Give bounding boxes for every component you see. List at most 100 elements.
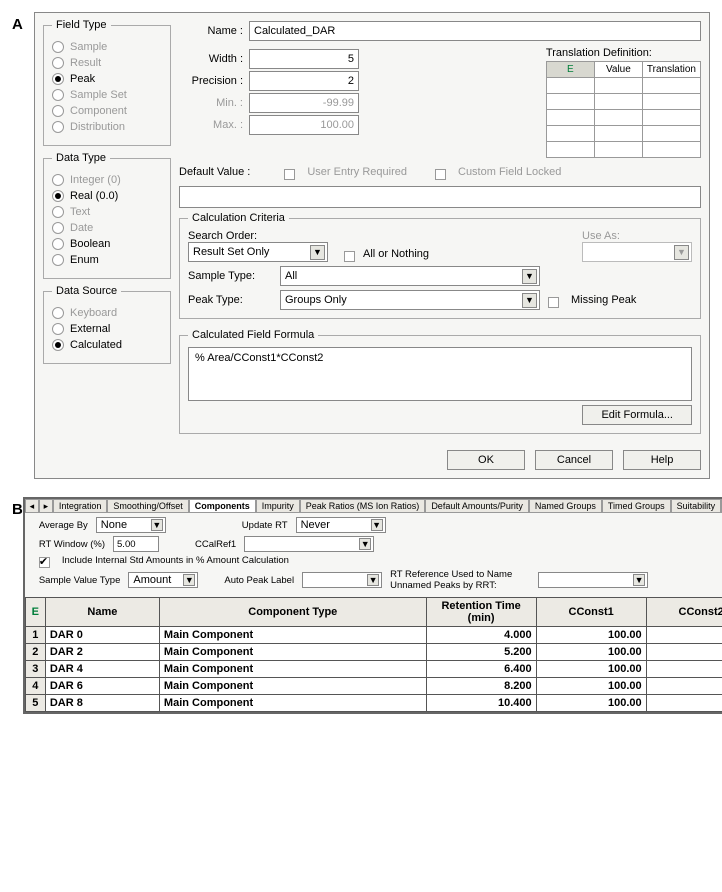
cell-cconst1[interactable]: 100.00 [536,627,646,644]
update-rt-select[interactable]: Never ▼ [296,517,386,533]
cell-name[interactable]: DAR 6 [45,678,159,695]
tab-integration[interactable]: Integration [53,499,108,512]
auto-peak-label-label: Auto Peak Label [224,575,294,586]
cell-type[interactable]: Main Component [159,644,426,661]
radio-peak[interactable] [52,73,64,85]
dropdown-arrow-icon: ▼ [674,245,689,260]
cell-cconst2[interactable]: 8.00 [646,695,722,712]
radio-integer-label: Integer (0) [70,174,121,186]
tab-bar: ◂ ▸ Integration Smoothing/Offset Compone… [25,499,722,513]
data-source-legend: Data Source [52,285,121,297]
average-by-select[interactable]: None ▼ [96,517,166,533]
tab-scroll-right[interactable]: ▸ [39,499,53,512]
components-table: E Name Component Type Retention Time (mi… [25,597,722,712]
cell-name[interactable]: DAR 8 [45,695,159,712]
dropdown-arrow-icon: ▼ [310,245,325,260]
cell-cconst1[interactable]: 100.00 [536,661,646,678]
cell-type[interactable]: Main Component [159,627,426,644]
cell-type[interactable]: Main Component [159,661,426,678]
dropdown-arrow-icon: ▼ [371,519,383,531]
radio-enum[interactable] [52,254,64,266]
tab-smoothing-offset[interactable]: Smoothing/Offset [107,499,188,512]
sample-type-select[interactable]: All ▼ [280,266,540,286]
cell-name[interactable]: DAR 0 [45,627,159,644]
cell-cconst1[interactable]: 100.00 [536,695,646,712]
cell-name[interactable]: DAR 2 [45,644,159,661]
use-as-select: ▼ [582,242,692,262]
cell-type[interactable]: Main Component [159,695,426,712]
radio-boolean[interactable] [52,238,64,250]
col-cconst2[interactable]: CConst2 [646,598,722,627]
formula-textarea[interactable]: % Area/CConst1*CConst2 [188,347,692,401]
rt-reference-select[interactable]: ▼ [538,572,648,588]
table-row[interactable]: 1 DAR 0 Main Component 4.000 100.00 0.00 [25,627,722,644]
col-name[interactable]: Name [45,598,159,627]
cell-rt[interactable]: 8.200 [426,678,536,695]
missing-peak-checkbox[interactable] [548,297,559,308]
cell-cconst2[interactable]: 0.00 [646,627,722,644]
cell-cconst1[interactable]: 100.00 [536,678,646,695]
name-label: Name : [179,25,243,37]
peak-type-select[interactable]: Groups Only ▼ [280,290,540,310]
radio-calculated[interactable] [52,339,64,351]
radio-distribution-label: Distribution [70,121,125,133]
translation-col-value: Value [594,62,642,78]
name-input[interactable] [249,21,701,41]
radio-integer [52,174,64,186]
cell-cconst2[interactable]: 6.00 [646,678,722,695]
precision-label: Precision : [179,75,243,87]
tab-peak-ratios[interactable]: Peak Ratios (MS Ion Ratios) [300,499,426,512]
search-order-select[interactable]: Result Set Only ▼ [188,242,328,262]
table-row[interactable]: 3 DAR 4 Main Component 6.400 100.00 4.00 [25,661,722,678]
col-retention-time[interactable]: Retention Time (min) [426,598,536,627]
auto-peak-label-select[interactable]: ▼ [302,572,382,588]
radio-external-label: External [70,323,110,335]
cancel-button[interactable]: Cancel [535,450,613,470]
sample-value-type-select[interactable]: Amount ▼ [128,572,198,588]
cell-cconst1[interactable]: 100.00 [536,644,646,661]
radio-external[interactable] [52,323,64,335]
edit-formula-button[interactable]: Edit Formula... [582,405,692,425]
cell-type[interactable]: Main Component [159,678,426,695]
update-rt-value: Never [301,519,330,531]
cell-rt[interactable]: 5.200 [426,644,536,661]
precision-input[interactable] [249,71,359,91]
tab-suitability[interactable]: Suitability [671,499,722,512]
tab-components[interactable]: Components [189,499,256,512]
rt-window-input[interactable] [113,536,159,552]
all-or-nothing-checkbox[interactable] [344,251,355,262]
cell-rt[interactable]: 6.400 [426,661,536,678]
cell-cconst2[interactable]: 4.00 [646,661,722,678]
cell-name[interactable]: DAR 4 [45,661,159,678]
ccalref1-select[interactable]: ▼ [244,536,374,552]
help-button[interactable]: Help [623,450,701,470]
include-internal-checkbox[interactable] [39,557,50,568]
tab-impurity[interactable]: Impurity [256,499,300,512]
tab-default-amounts[interactable]: Default Amounts/Purity [425,499,529,512]
ok-button[interactable]: OK [447,450,525,470]
table-row[interactable]: 5 DAR 8 Main Component 10.400 100.00 8.0… [25,695,722,712]
field-type-legend: Field Type [52,19,111,31]
width-input[interactable] [249,49,359,69]
radio-peak-label: Peak [70,73,95,85]
tab-scroll-left[interactable]: ◂ [25,499,39,512]
dropdown-arrow-icon: ▼ [522,293,537,308]
user-entry-checkbox [284,169,295,180]
tab-timed-groups[interactable]: Timed Groups [602,499,671,512]
table-row[interactable]: 4 DAR 6 Main Component 8.200 100.00 6.00 [25,678,722,695]
calculated-field-formula-legend: Calculated Field Formula [188,329,318,341]
col-component-type[interactable]: Component Type [159,598,426,627]
col-cconst1[interactable]: CConst1 [536,598,646,627]
cell-rt[interactable]: 10.400 [426,695,536,712]
all-or-nothing-label: All or Nothing [363,248,429,260]
table-corner-icon: E [546,62,594,78]
radio-sample-label: Sample [70,41,107,53]
cell-cconst2[interactable]: 2.00 [646,644,722,661]
cell-rt[interactable]: 4.000 [426,627,536,644]
table-row[interactable]: 2 DAR 2 Main Component 5.200 100.00 2.00 [25,644,722,661]
radio-component-label: Component [70,105,127,117]
radio-sample-set [52,89,64,101]
max-label: Max. : [179,119,243,131]
radio-real[interactable] [52,190,64,202]
tab-named-groups[interactable]: Named Groups [529,499,602,512]
